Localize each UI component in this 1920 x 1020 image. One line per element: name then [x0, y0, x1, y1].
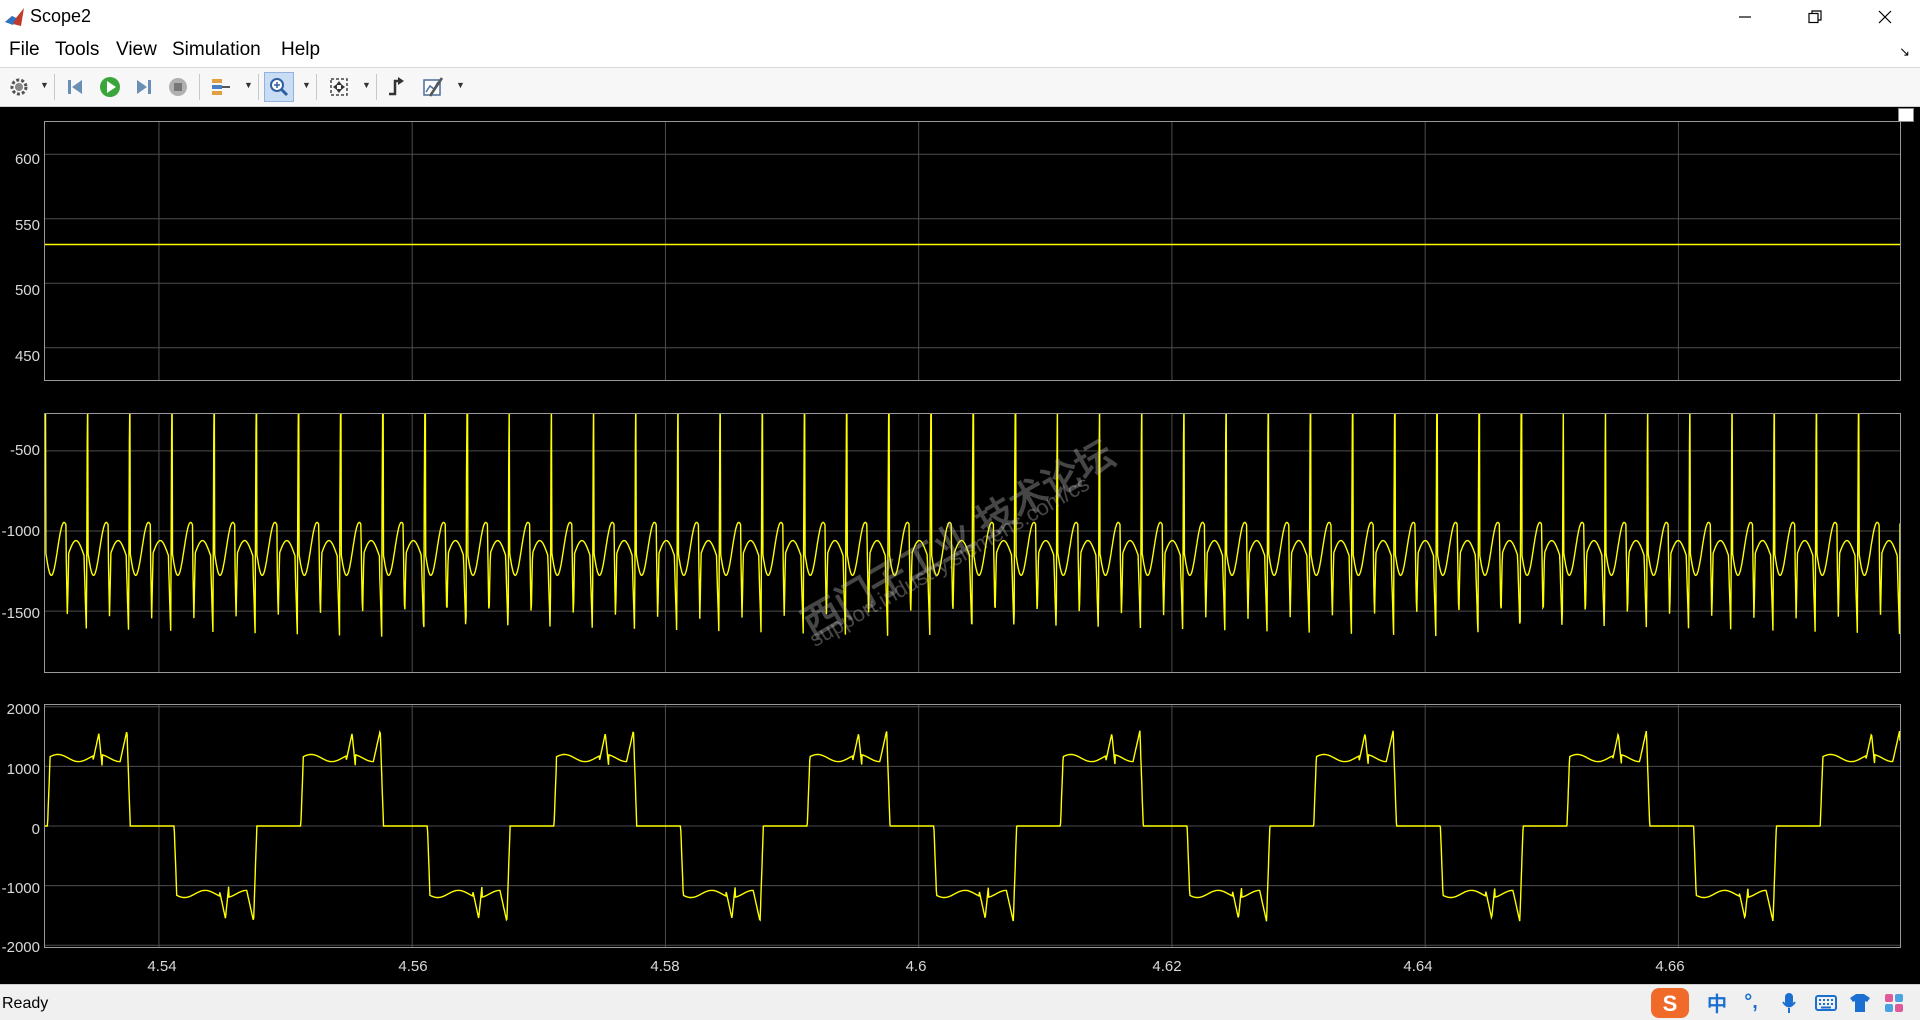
ime-microphone-icon[interactable]	[1776, 985, 1802, 1020]
xtick-label: 4.64	[1403, 958, 1433, 975]
step-back-button[interactable]	[60, 72, 90, 102]
trigger-icon	[389, 77, 404, 96]
ime-skin-icon[interactable]	[1846, 985, 1874, 1020]
status-text: Ready	[2, 995, 49, 1012]
measurements-button[interactable]	[418, 72, 448, 102]
xtick-label: 4.66	[1655, 958, 1685, 975]
ytick-label: -1000	[1, 523, 40, 540]
ime-punctuation-icon[interactable]: °,	[1738, 985, 1764, 1020]
xtick-label: 4.54	[147, 958, 177, 975]
toolbar-separator	[316, 74, 317, 100]
axes-panel-1[interactable]	[44, 121, 1901, 381]
minimize-button[interactable]	[1710, 0, 1780, 34]
toolbar-separator	[199, 74, 200, 100]
ytick-label: 500	[14, 282, 40, 299]
ytick-label: 600	[14, 151, 40, 168]
ytick-label: 550	[14, 217, 40, 234]
settings-dropdown-icon[interactable]: ▼	[40, 80, 49, 90]
toolbar: ▼ ▼ ▼ ▼ ▼	[0, 67, 1920, 107]
signal-trace	[45, 414, 1900, 637]
ytick-label: -1500	[1, 605, 40, 622]
trigger-button[interactable]	[382, 72, 412, 102]
settings-icon	[10, 78, 28, 96]
signal-select-icon	[212, 79, 230, 95]
ytick-label: 1000	[6, 761, 40, 778]
title-bar: Scope2	[0, 0, 1920, 34]
stop-icon	[169, 78, 187, 96]
dock-arrow-icon[interactable]: ↘	[1899, 44, 1910, 60]
plot-3	[45, 705, 1900, 947]
run-button[interactable]	[95, 72, 125, 102]
close-button[interactable]	[1850, 0, 1920, 34]
sogou-ime-icon[interactable]: S	[1648, 985, 1692, 1020]
measurements-icon	[423, 77, 444, 97]
restore-button[interactable]	[1780, 0, 1850, 34]
signal-dropdown-icon[interactable]: ▼	[244, 80, 253, 90]
signal-select-button[interactable]	[206, 72, 236, 102]
status-bar: Ready S 中 °,	[0, 984, 1920, 1020]
undock-icon[interactable]	[1898, 108, 1914, 122]
ytick-label: 0	[31, 821, 40, 838]
ime-chinese-mode-icon[interactable]: 中	[1704, 985, 1730, 1020]
ytick-label: -1000	[1, 880, 40, 897]
measurements-dropdown-icon[interactable]: ▼	[456, 80, 465, 90]
xtick-label: 4.6	[905, 958, 927, 975]
fit-dropdown-icon[interactable]: ▼	[362, 80, 371, 90]
zoom-dropdown-icon[interactable]: ▼	[302, 80, 311, 90]
fit-axes-button[interactable]	[324, 72, 354, 102]
minimize-icon	[1739, 16, 1751, 18]
step-back-icon	[68, 80, 82, 94]
menu-tools[interactable]: Tools	[53, 39, 101, 61]
ytick-label: -2000	[1, 939, 40, 956]
ime-keyboard-icon[interactable]	[1812, 985, 1840, 1020]
toolbar-separator	[376, 74, 377, 100]
xtick-label: 4.56	[398, 958, 428, 975]
menu-simulation[interactable]: Simulation	[170, 39, 263, 61]
toolbar-separator	[54, 74, 55, 100]
ime-toolbox-icon[interactable]	[1880, 985, 1908, 1020]
plot-2	[45, 414, 1900, 672]
window-title: Scope2	[30, 6, 92, 26]
plot-1	[45, 122, 1900, 380]
zoom-in-icon	[270, 78, 289, 97]
svg-text:S: S	[1663, 991, 1678, 1016]
menu-view[interactable]: View	[114, 39, 159, 61]
stop-button[interactable]	[163, 72, 193, 102]
xtick-label: 4.58	[650, 958, 680, 975]
menu-help[interactable]: Help	[279, 39, 322, 61]
ytick-label: 450	[14, 348, 40, 365]
ytick-label: -500	[9, 442, 40, 459]
zoom-in-button[interactable]	[264, 72, 294, 102]
run-icon	[100, 77, 120, 97]
restore-icon	[1808, 10, 1822, 24]
toolbar-separator	[258, 74, 259, 100]
matlab-logo-icon	[5, 8, 24, 26]
menu-file[interactable]: File	[7, 39, 42, 61]
xtick-label: 4.62	[1152, 958, 1182, 975]
ytick-label: 2000	[6, 701, 40, 718]
step-forward-icon	[137, 80, 151, 94]
step-forward-button[interactable]	[129, 72, 159, 102]
settings-button[interactable]	[4, 72, 34, 102]
menu-bar: File Tools View Simulation Help ↘	[0, 34, 1920, 66]
axes-panel-2[interactable]	[44, 413, 1901, 673]
close-icon	[1878, 10, 1892, 24]
fit-axes-icon	[330, 78, 348, 96]
axes-panel-3[interactable]	[44, 704, 1901, 948]
